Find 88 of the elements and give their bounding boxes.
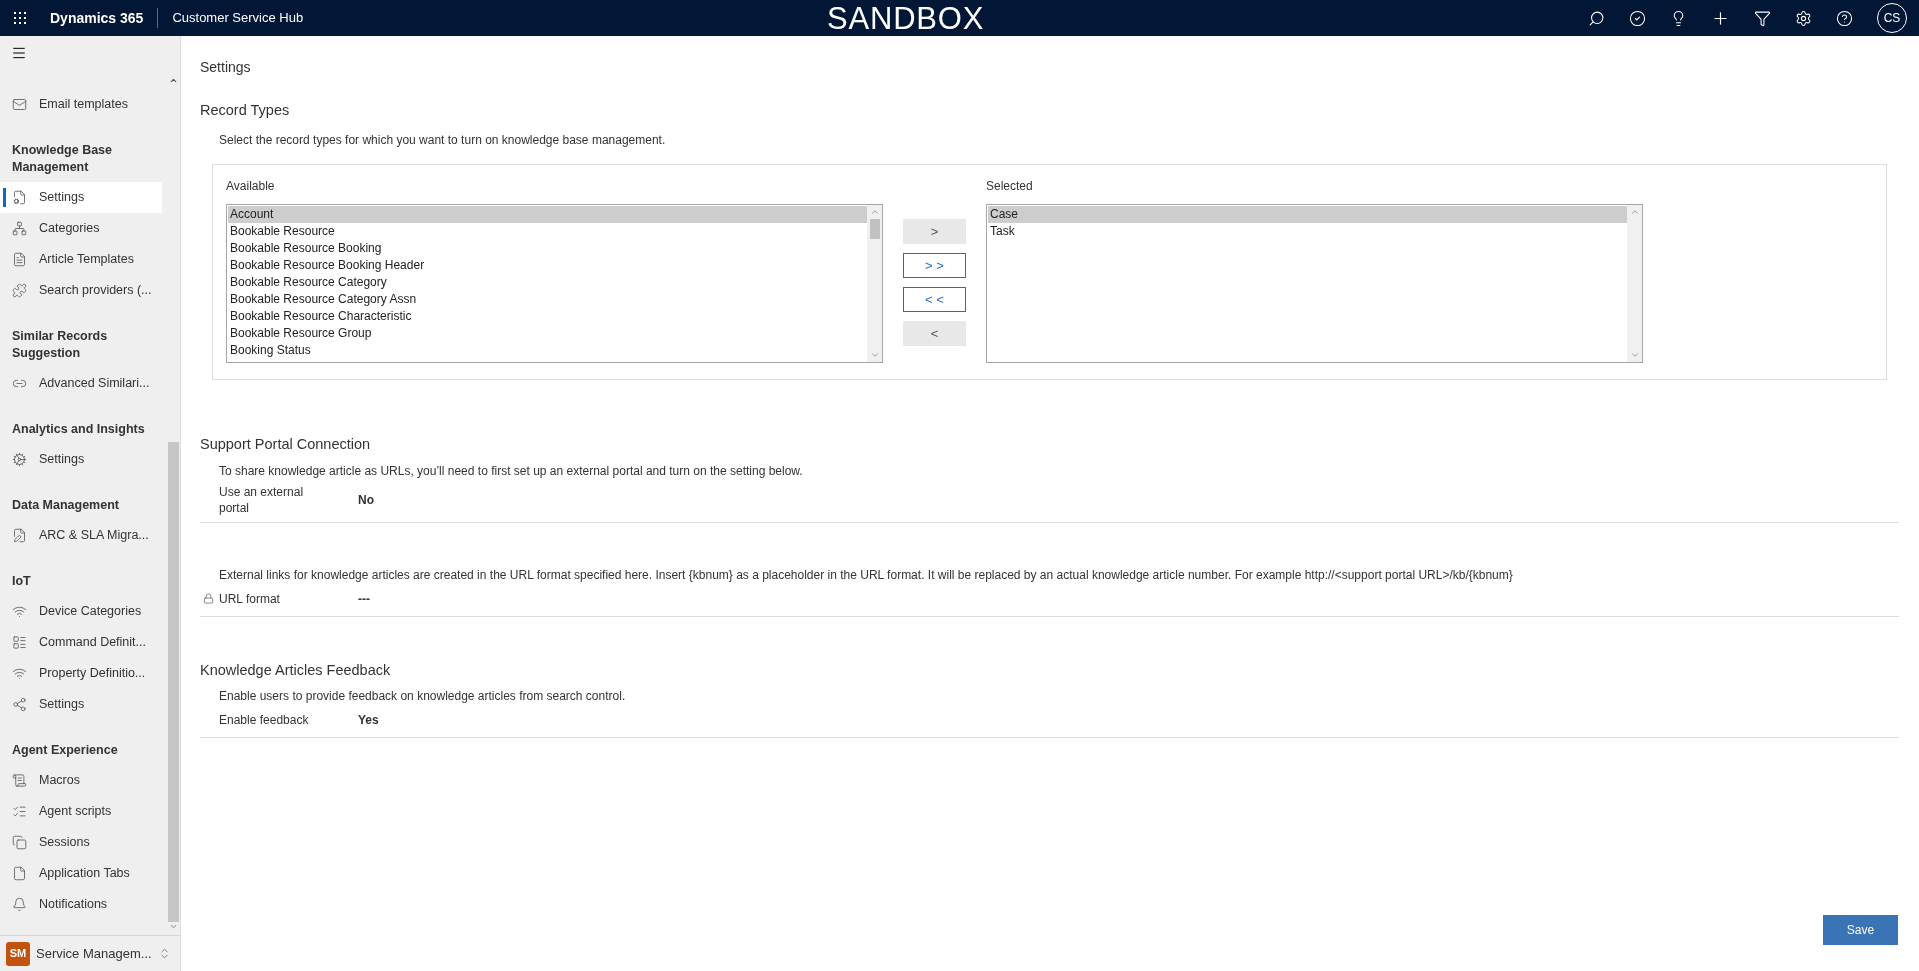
windows-icon	[12, 835, 27, 850]
list-label: Selected	[986, 177, 1033, 195]
sidebar-item[interactable]: Notifications	[0, 889, 162, 920]
checklist-icon	[12, 804, 27, 819]
wireless-icon	[12, 666, 27, 681]
field-label: Enable feedback	[219, 712, 309, 729]
sidebar-item[interactable]: Settings	[0, 689, 162, 720]
transfer-button[interactable]: > >	[903, 252, 966, 278]
sidebar-item[interactable]: Device Categories	[0, 596, 162, 627]
list-option[interactable]: Bookable Resource	[228, 222, 867, 240]
module-name[interactable]: Customer Service Hub	[172, 8, 304, 28]
list-option[interactable]: Bookable Resource Category Assn	[228, 290, 867, 308]
list-option[interactable]: Bookable Resource Characteristic	[228, 307, 867, 325]
sidebar-section-title: Knowledge Base Management	[11, 142, 114, 176]
field-value[interactable]: No	[358, 490, 374, 509]
network-nodes-icon	[12, 697, 27, 712]
section-description: Enable users to provide feedback on knowledge articles from search control.	[219, 688, 626, 706]
scroll-thumb[interactable]	[869, 218, 880, 239]
sidebar-section-title: Agent Experience	[11, 742, 119, 759]
field-label: URL format	[219, 590, 281, 607]
list-option[interactable]: Case	[988, 205, 1627, 223]
hierarchy-icon	[12, 221, 27, 236]
sidebar-section-title: Similar Records Suggestion	[11, 328, 109, 362]
search-icon[interactable]	[1588, 9, 1605, 27]
sidebar-section-title: Analytics and Insights	[11, 421, 146, 438]
list-icon	[12, 635, 27, 650]
section-title: Record Types	[200, 101, 290, 120]
page-title: Settings	[200, 58, 251, 77]
area-switcher[interactable]: SM Service Managem...	[0, 935, 180, 971]
list-option[interactable]: Account	[228, 205, 867, 223]
document-edit-icon	[12, 528, 27, 543]
field-value[interactable]: Yes	[358, 711, 379, 730]
list-option[interactable]: Bookable Resource Group	[228, 324, 867, 342]
section-description: External links for knowledge articles are created in the URL format specified here. Insert {kbnum} as a placeholder in the URL format. It will be replaced by an actual knowledge article number. For example http://<support portal URL>/kb/{kbnum}	[219, 566, 1513, 584]
list-box[interactable]	[226, 203, 883, 363]
page-icon	[12, 866, 27, 881]
lock-icon	[203, 593, 214, 604]
list-option[interactable]: Task	[988, 222, 1627, 240]
help-icon[interactable]	[1836, 9, 1853, 27]
sidebar-item[interactable]: Property Definitio...	[0, 658, 162, 689]
puzzle-icon	[12, 283, 27, 298]
list-option[interactable]: Booking Status	[228, 341, 867, 359]
list-option[interactable]: Bookable Resource Booking Header	[228, 256, 867, 274]
sidebar-item[interactable]: ARC & SLA Migra...	[0, 520, 162, 551]
area-badge: SM	[6, 941, 30, 966]
sidebar-item[interactable]: Sessions	[0, 827, 162, 858]
sidebar-item[interactable]: Email templates	[0, 89, 162, 120]
scrollbar[interactable]	[867, 204, 882, 362]
list-box[interactable]: Case Task	[986, 203, 1643, 363]
target-check-icon[interactable]	[1629, 9, 1646, 27]
scroll-icon	[12, 773, 27, 788]
section-title: Support Portal Connection	[200, 434, 371, 454]
sidebar-item[interactable]: Categories	[0, 213, 162, 244]
scroll-up-icon[interactable]	[168, 76, 178, 85]
sidebar-item[interactable]: Article Templates	[0, 244, 162, 275]
sidebar-item[interactable]: Settings	[0, 182, 162, 213]
app-name[interactable]: Dynamics 365	[50, 7, 144, 29]
environment-label: SANDBOX	[827, 2, 985, 34]
document-icon	[12, 252, 27, 267]
sidebar-item[interactable]: Settings	[0, 444, 162, 475]
list-option[interactable]: Bookable Resource Category	[228, 273, 867, 291]
section-title: Knowledge Articles Feedback	[200, 660, 391, 680]
menu-icon[interactable]	[11, 45, 27, 61]
filter-icon[interactable]	[1754, 9, 1771, 27]
envelope-icon	[12, 97, 27, 112]
sidebar-item[interactable]: Search providers (...	[0, 275, 162, 306]
sidebar-section-title: Data Management	[11, 497, 120, 514]
document-gear-icon	[12, 190, 27, 205]
field-value[interactable]: ---	[358, 589, 370, 608]
sidebar-item[interactable]: Advanced Similari...	[0, 368, 162, 399]
field-label: Use an external portal	[219, 483, 305, 516]
sidebar-section-title: IoT	[11, 573, 32, 590]
list-option[interactable]: Bookable Resource Booking	[228, 239, 867, 257]
list-label: Available	[226, 177, 275, 195]
wireless-icon	[12, 604, 27, 619]
section-description: Select the record types for which you want to turn on knowledge base management.	[219, 131, 666, 149]
sidebar-item[interactable]: Application Tabs	[0, 858, 162, 889]
bell-icon	[12, 897, 27, 912]
sidebar-item[interactable]: Command Definit...	[0, 627, 162, 658]
app-launcher-icon[interactable]	[13, 11, 27, 25]
sidebar-item[interactable]: Macros	[0, 765, 162, 796]
save-button[interactable]: Save	[1823, 915, 1898, 945]
section-description: To share knowledge article as URLs, you’ll need to first set up an external portal and turn on the setting below.	[219, 462, 803, 480]
gear-icon	[12, 452, 27, 467]
area-name: Service Managem...	[36, 944, 152, 963]
settings-icon[interactable]	[1795, 9, 1812, 27]
transfer-button[interactable]: < <	[903, 286, 966, 312]
sidebar-item[interactable]: Agent scripts	[0, 796, 162, 827]
